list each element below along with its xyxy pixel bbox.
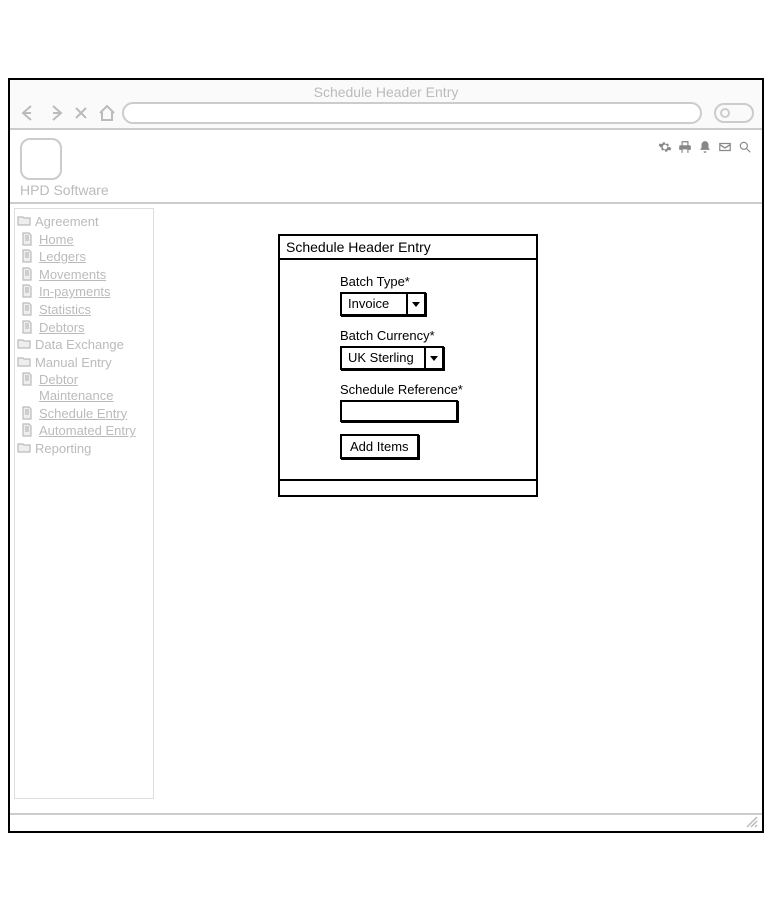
sidebar-item-in-payments[interactable]: In-payments xyxy=(17,283,151,301)
gear-icon[interactable] xyxy=(658,140,672,157)
folder-icon xyxy=(17,337,31,349)
home-icon[interactable] xyxy=(96,102,118,124)
sidebar-item-label: Reporting xyxy=(35,441,91,457)
batch-type-value: Invoice xyxy=(342,294,406,314)
doc-icon xyxy=(21,406,35,418)
print-icon[interactable] xyxy=(678,140,692,157)
sidebar-item-label: Debtor Maintenance xyxy=(39,372,151,403)
sidebar-item-movements[interactable]: Movements xyxy=(17,266,151,284)
sidebar-item-statistics[interactable]: Statistics xyxy=(17,301,151,319)
folder-icon xyxy=(17,441,31,453)
panel-footer xyxy=(280,481,536,495)
content-area: Schedule Header Entry Batch Type* Invoic… xyxy=(158,204,762,803)
sidebar-item-label: In-payments xyxy=(39,284,111,300)
search-pill-dot xyxy=(720,108,730,118)
chevron-down-icon xyxy=(424,348,442,368)
browser-title: Schedule Header Entry xyxy=(18,84,754,100)
url-bar[interactable] xyxy=(122,102,702,124)
back-icon[interactable] xyxy=(18,102,40,124)
sidebar-item-label: Movements xyxy=(39,267,106,283)
browser-chrome: Schedule Header Entry xyxy=(10,80,762,130)
sidebar-item-debtor-maintenance[interactable]: Debtor Maintenance xyxy=(17,371,151,404)
doc-icon xyxy=(21,320,35,332)
sidebar-item-label: Automated Entry xyxy=(39,423,136,439)
sidebar-item-data-exchange[interactable]: Data Exchange xyxy=(17,336,151,354)
sidebar-item-home[interactable]: Home xyxy=(17,231,151,249)
batch-currency-label: Batch Currency* xyxy=(340,328,526,343)
app-name: HPD Software xyxy=(20,182,109,198)
sidebar-item-label: Home xyxy=(39,232,74,248)
sidebar-item-label: Schedule Entry xyxy=(39,406,127,422)
doc-icon xyxy=(21,284,35,296)
sidebar-item-agreement[interactable]: Agreement xyxy=(17,213,151,231)
schedule-reference-input[interactable] xyxy=(340,400,458,422)
sidebar-item-automated-entry[interactable]: Automated Entry xyxy=(17,422,151,440)
search-pill[interactable] xyxy=(714,103,754,123)
batch-currency-value: UK Sterling xyxy=(342,348,424,368)
sidebar-item-label: Agreement xyxy=(35,214,99,230)
sidebar: Agreement Home Ledgers Movements In-paym… xyxy=(14,208,154,799)
doc-icon xyxy=(21,232,35,244)
bell-icon[interactable] xyxy=(698,140,712,157)
sidebar-item-ledgers[interactable]: Ledgers xyxy=(17,248,151,266)
batch-type-select[interactable]: Invoice xyxy=(340,292,426,316)
sidebar-item-label: Manual Entry xyxy=(35,355,112,371)
schedule-reference-label: Schedule Reference* xyxy=(340,382,526,397)
sidebar-item-manual-entry[interactable]: Manual Entry xyxy=(17,354,151,372)
doc-icon xyxy=(21,267,35,279)
resize-grip-icon[interactable] xyxy=(744,814,758,833)
header-icon-row xyxy=(658,140,752,157)
search-icon[interactable] xyxy=(738,140,752,157)
app-header: HPD Software xyxy=(10,130,762,204)
mail-icon[interactable] xyxy=(718,140,732,157)
sidebar-item-label: Statistics xyxy=(39,302,91,318)
forward-icon[interactable] xyxy=(44,102,66,124)
stop-icon[interactable] xyxy=(70,102,92,124)
sidebar-item-debtors[interactable]: Debtors xyxy=(17,319,151,337)
sidebar-item-label: Ledgers xyxy=(39,249,86,265)
doc-icon xyxy=(21,372,35,384)
sidebar-item-label: Data Exchange xyxy=(35,337,124,353)
folder-icon xyxy=(17,355,31,367)
doc-icon xyxy=(21,249,35,261)
batch-type-label: Batch Type* xyxy=(340,274,526,289)
add-items-button[interactable]: Add Items xyxy=(340,434,419,459)
doc-icon xyxy=(21,302,35,314)
folder-icon xyxy=(17,214,31,226)
sidebar-item-reporting[interactable]: Reporting xyxy=(17,440,151,458)
chevron-down-icon xyxy=(406,294,424,314)
sidebar-item-label: Debtors xyxy=(39,320,85,336)
panel-title: Schedule Header Entry xyxy=(280,236,536,260)
doc-icon xyxy=(21,423,35,435)
sidebar-item-schedule-entry[interactable]: Schedule Entry xyxy=(17,405,151,423)
status-bar xyxy=(10,813,762,831)
app-logo xyxy=(20,138,62,180)
schedule-header-panel: Schedule Header Entry Batch Type* Invoic… xyxy=(278,234,538,497)
batch-currency-select[interactable]: UK Sterling xyxy=(340,346,444,370)
